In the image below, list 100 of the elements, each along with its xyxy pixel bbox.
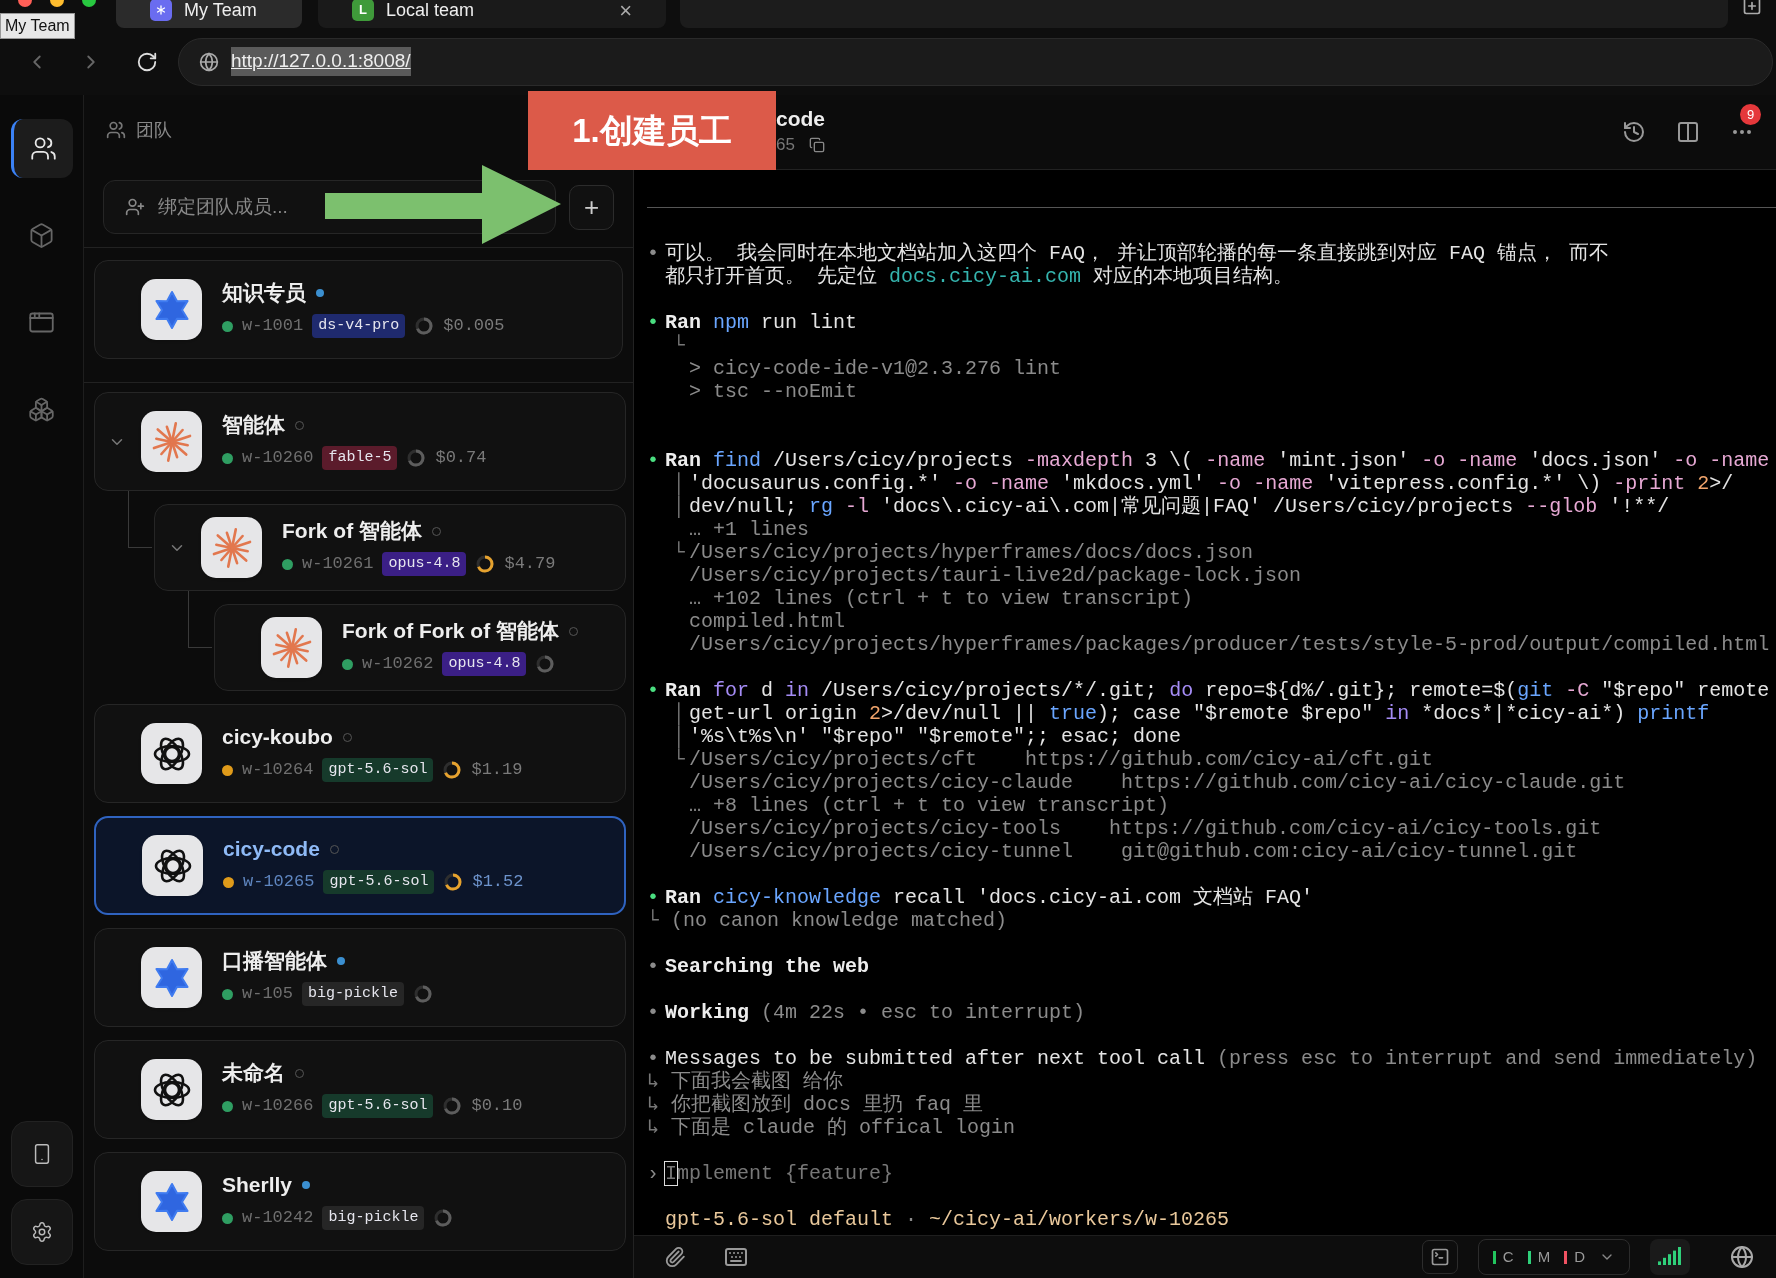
tree-marker: └ [673,334,686,357]
member-card[interactable]: cicy-code w-10265 gpt-5.6-sol $1.52 [94,816,626,915]
cube-icon [28,222,55,249]
reload-icon[interactable] [136,50,158,73]
globe-icon[interactable] [1730,1245,1754,1269]
terminal-line: > tsc --noEmit [689,380,858,403]
address-field[interactable]: http://127.0.0.1:8008/ [178,37,1773,86]
member-name: cicy-koubo [222,724,333,751]
meter-label: D [1574,1246,1585,1267]
tree-marker: │ [673,725,686,748]
worker-id: w-1001 [242,315,304,338]
split-view-icon[interactable] [1676,120,1700,144]
worker-id: w-10261 [302,553,374,576]
tab-close-button[interactable]: × [619,0,632,27]
terminal-line: /Users/cicy/projects/cicy-tools https://github.com/cicy-ai/cicy-tools.git [689,817,1602,840]
attach-icon[interactable] [664,1246,686,1268]
tab-title: Local team [386,0,475,22]
asterisk-icon [270,626,313,669]
model-tag: gpt-5.6-sol [322,1094,434,1118]
cost: $0.005 [443,315,505,338]
connector-line [188,591,212,648]
copy-icon[interactable] [808,137,825,153]
member-name: Fork of Fork of 智能体 [342,618,559,645]
tree-marker: └ [673,748,686,771]
model-tag: fable-5 [322,446,398,470]
bullet-marker: › [647,1162,660,1185]
tree-marker: └ [647,909,660,932]
terminal-line: 下面是 claude 的 offical login [671,1116,1016,1139]
add-button[interactable]: + [569,184,614,230]
annotation-label: 1.创建员工 [528,91,776,170]
bullet-marker: • [647,311,660,334]
worker-id: w-10260 [242,447,314,470]
cost: $1.52 [472,871,524,894]
terminal-line: /Users/cicy/projects/hyperframes/docs/docs.json [689,541,1254,564]
bullet-marker: • [647,955,660,978]
terminal-line: > cicy-code-ide-v1@2.3.276 lint [689,357,1062,380]
users-icon [29,135,57,162]
signal-button[interactable] [1650,1239,1690,1275]
asterisk-icon [150,420,193,463]
globe-icon [199,51,219,72]
nav-button[interactable] [10,1199,73,1265]
member-name: Fork of 智能体 [282,518,422,545]
member-card[interactable]: Sherlly w-10242 big-pickle [94,1152,626,1251]
tree-marker: └ [673,541,686,564]
cost: $4.79 [504,553,556,576]
prompt-input[interactable]: Implement {feature} [665,1162,894,1185]
terminal-line: /Users/cicy/projects/cicy-tunnel git@github.com:cicy-ai/cicy-tunnel.git [689,840,1578,863]
tooltip: My Team [0,13,75,39]
model-tag: big-pickle [322,1206,425,1230]
new-tab-icon[interactable] [1742,0,1762,16]
terminal-button[interactable] [1421,1240,1458,1274]
worker-id: w-10265 [243,871,315,894]
meter-label: C [1502,1246,1514,1267]
member-name: cicy-code [223,836,320,863]
cubes-icon [28,396,55,423]
model-tag: opus-4.8 [442,652,527,676]
tree-marker: │ [673,702,686,725]
notification-badge: 9 [1740,104,1761,125]
member-card[interactable]: 智能体 w-10260 fable-5 $0.74 [94,392,626,491]
model-status-group[interactable]: C M D [1477,1239,1630,1275]
model-tag: opus-4.8 [382,552,467,576]
worker-id: w-10242 [242,1207,314,1230]
model-tag: big-pickle [302,982,405,1006]
session-id: 65 [776,134,795,157]
terminal-icon [1429,1247,1450,1267]
session-title: code [776,106,825,133]
terminal-line: '%s\t%s\n' "$repo" "$remote";; esac; done [689,725,1182,748]
terminal-line: 下面我会截图 给你 [671,1070,843,1093]
cost: $1.19 [471,759,523,782]
member-card[interactable]: cicy-koubo w-10264 gpt-5.6-sol $1.19 [94,704,626,803]
terminal-line: … +1 lines [689,518,810,541]
model-tag: gpt-5.6-sol [322,758,434,782]
member-card[interactable]: Fork of Fork of 智能体 w-10262 opus-4.8 [214,604,626,691]
terminal-line: Ran for d in /Users/cicy/projects/*/.git; do repo=${d%/.git}; remote=$(git -C "$repo" remote [665,679,1770,702]
tree-marker: ↳ [647,1093,661,1116]
tree-marker: ↳ [647,1070,661,1093]
browser-tab[interactable]: My Team [116,0,302,28]
tab-favicon: L [352,0,374,21]
tree-marker: ↳ [647,1116,661,1139]
member-card[interactable]: Fork of 智能体 w-10261 opus-4.8 $4.79 [154,504,626,591]
terminal-line: dev/null; rg -l 'docs\.cicy-ai\.com|常见问题|FAQ' /Users/cicy/projects --glob '!**/ [689,495,1670,518]
terminal-line: Ran find /Users/cicy/projects -maxdepth 3 \( -name 'mint.json' -o -name 'docs.json' -o -name [665,449,1770,472]
bullet-marker: • [647,886,660,909]
history-icon[interactable] [1622,120,1646,144]
browser-tab[interactable]: L Local team × [318,0,666,28]
terminal-line: 可以。 我会同时在本地文档站加入这四个 FAQ， 并让顶部轮播的每一条直接跳到对应 FAQ 锚点， 而不 [665,242,1610,265]
worker-id: w-10266 [242,1095,314,1118]
member-name: Sherlly [222,1172,293,1199]
add-user-icon [125,197,145,217]
terminal-line: 你把截图放到 docs 里扔 faq 里 [671,1093,984,1116]
tree-marker: │ [673,495,686,518]
member-card[interactable]: 口播智能体 w-105 big-pickle [94,928,626,1027]
url-text: http://127.0.0.1:8008/ [231,47,411,76]
member-card[interactable]: 知识专员 w-1001 ds-v4-pro $0.005 [94,260,623,359]
keyboard-icon[interactable] [724,1245,748,1269]
cost: $0.74 [435,447,487,470]
nav-button[interactable] [10,119,73,178]
member-card[interactable]: 未命名 w-10266 gpt-5.6-sol $0.10 [94,1040,626,1139]
terminal-line: /Users/cicy/projects/cft https://github.com/cicy-ai/cft.git [689,748,1434,771]
asterisk-icon [210,526,253,569]
